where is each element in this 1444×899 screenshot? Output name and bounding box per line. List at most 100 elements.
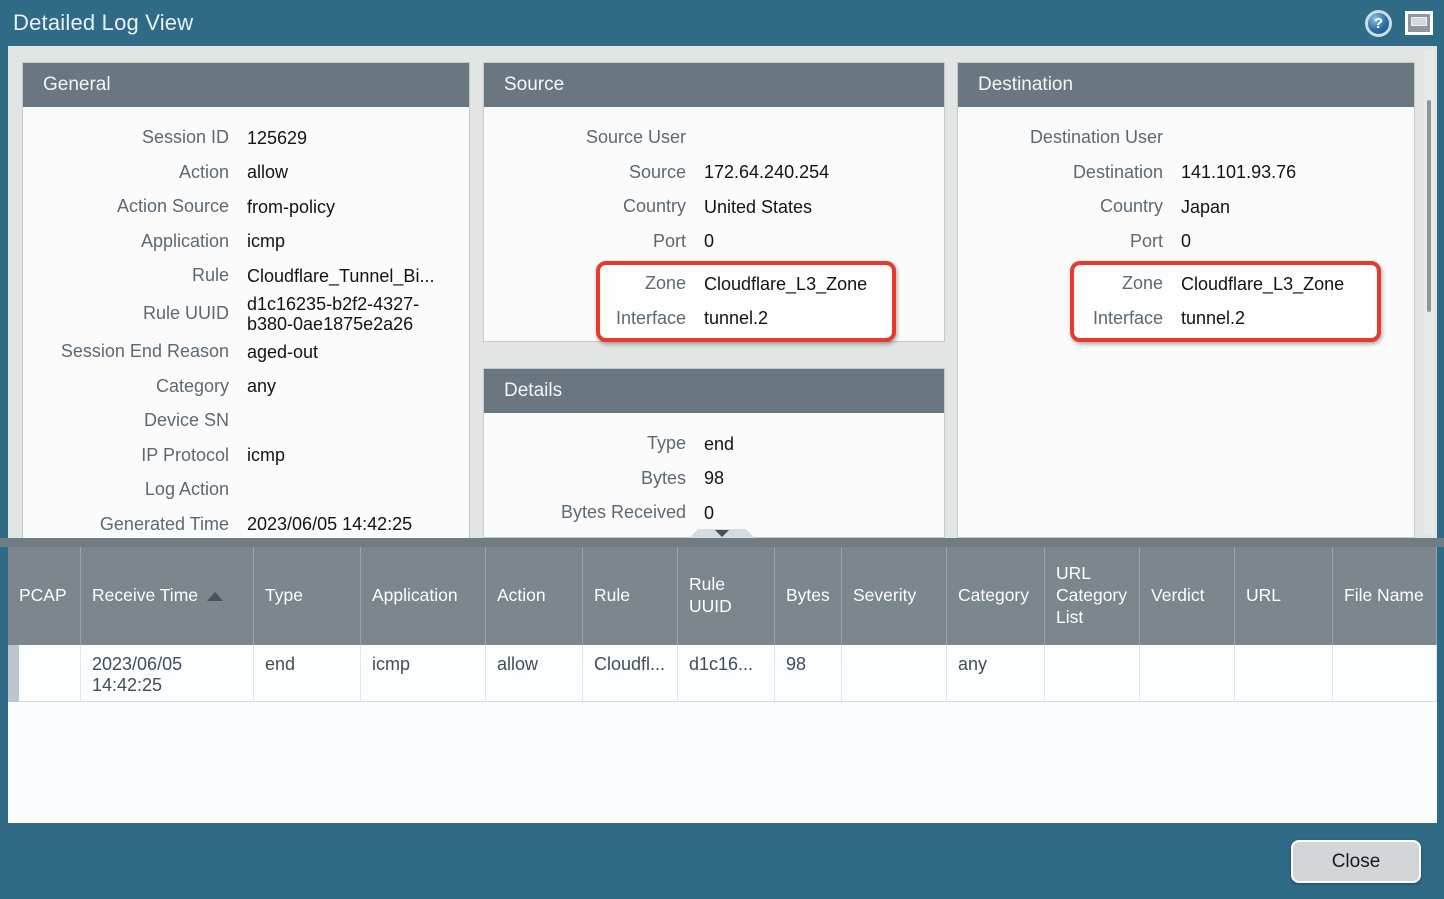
field-value: d1c16235-b2f2-4327-b380-0ae1875e2a26 xyxy=(229,294,453,335)
panel-source: Source Source User Source172.64.240.254 … xyxy=(483,62,945,342)
panel-splitter[interactable] xyxy=(0,538,1444,547)
panel-destination-body: Destination User Destination141.101.93.7… xyxy=(958,107,1414,342)
field-label: Action xyxy=(23,163,229,183)
field-value: 0 xyxy=(1163,231,1199,252)
field-value: 125629 xyxy=(229,128,315,149)
field-value: end xyxy=(686,434,742,455)
field-label: Source xyxy=(484,163,686,183)
field-value: 141.101.93.76 xyxy=(1163,162,1304,183)
column-header-application[interactable]: Application xyxy=(361,547,486,645)
panel-destination: Destination Destination User Destination… xyxy=(957,62,1415,538)
field-label: Type xyxy=(484,434,686,454)
column-header-action[interactable]: Action xyxy=(486,547,583,645)
field-ip-protocol: IP Protocolicmp xyxy=(23,438,469,473)
column-header-bytes[interactable]: Bytes xyxy=(775,547,842,645)
field-label: Bytes xyxy=(484,469,686,489)
column-header-pcap[interactable]: PCAP xyxy=(8,547,81,645)
field-value: from-policy xyxy=(229,197,343,218)
titlebar-icons: ? xyxy=(1365,10,1444,37)
source-zone-highlight-box: ZoneCloudflare_L3_Zone Interfacetunnel.2 xyxy=(596,261,896,342)
field-category: Categoryany xyxy=(23,369,469,404)
collapse-panel-button[interactable] xyxy=(689,529,755,538)
log-table-header: PCAP Receive Time Type Application Actio… xyxy=(8,547,1437,645)
field-zone: ZoneCloudflare_L3_Zone xyxy=(1074,267,1377,302)
field-interface: Interfacetunnel.2 xyxy=(600,302,892,337)
panel-details-header: Details xyxy=(484,369,944,413)
field-destination: Destination141.101.93.76 xyxy=(958,156,1414,191)
field-rule: RuleCloudflare_Tunnel_Bi... xyxy=(23,259,469,294)
field-label: Zone xyxy=(600,274,686,294)
field-log-action: Log Action xyxy=(23,473,469,508)
field-label: Country xyxy=(958,197,1163,217)
column-header-type[interactable]: Type xyxy=(254,547,361,645)
field-bytes: Bytes98 xyxy=(484,462,944,497)
field-port: Port0 xyxy=(484,225,944,260)
field-value: tunnel.2 xyxy=(686,308,776,329)
column-header-url-category-list[interactable]: URL Category List xyxy=(1045,547,1140,645)
field-value: Cloudflare_L3_Zone xyxy=(686,274,875,295)
column-header-receive-time[interactable]: Receive Time xyxy=(81,547,254,645)
field-label: Rule xyxy=(23,266,229,286)
field-label: Destination xyxy=(958,163,1163,183)
panel-general: General Session ID125629 Actionallow Act… xyxy=(22,62,470,538)
panel-general-body: Session ID125629 Actionallow Action Sour… xyxy=(23,107,469,538)
field-rule-uuid: Rule UUIDd1c16235-b2f2-4327-b380-0ae1875… xyxy=(23,294,469,335)
field-label: Session End Reason xyxy=(23,342,229,362)
field-label: Destination User xyxy=(958,128,1163,148)
column-header-label: Receive Time xyxy=(92,585,198,607)
field-value: Cloudflare_Tunnel_Bi... xyxy=(229,266,442,287)
field-label: Source User xyxy=(484,128,686,148)
field-country: CountryUnited States xyxy=(484,190,944,225)
field-value: United States xyxy=(686,197,820,218)
table-row[interactable]: 2023/06/05 14:42:25 end icmp allow Cloud… xyxy=(19,645,1437,702)
vertical-scrollbar[interactable] xyxy=(1424,50,1434,534)
field-label: Interface xyxy=(600,309,686,329)
column-header-file-name[interactable]: File Name xyxy=(1333,547,1437,645)
field-interface: Interfacetunnel.2 xyxy=(1074,302,1377,337)
field-device-sn: Device SN xyxy=(23,404,469,439)
detail-panels-region: General Session ID125629 Actionallow Act… xyxy=(8,46,1437,538)
field-value: Cloudflare_L3_Zone xyxy=(1163,274,1352,295)
close-button[interactable]: Close xyxy=(1291,840,1421,883)
field-label: Log Action xyxy=(23,480,229,500)
cell-category: any xyxy=(947,645,1045,701)
window-restore-icon[interactable] xyxy=(1405,11,1433,35)
dialog-titlebar: Detailed Log View ? xyxy=(0,0,1444,46)
field-value: 0 xyxy=(686,231,722,252)
field-value: tunnel.2 xyxy=(1163,308,1253,329)
column-header-url[interactable]: URL xyxy=(1235,547,1333,645)
column-header-rule-uuid[interactable]: Rule UUID xyxy=(678,547,775,645)
field-zone: ZoneCloudflare_L3_Zone xyxy=(600,267,892,302)
field-generated-time: Generated Time2023/06/05 14:42:25 xyxy=(23,507,469,538)
field-label: Generated Time xyxy=(23,515,229,535)
field-label: Category xyxy=(23,377,229,397)
field-label: Port xyxy=(958,232,1163,252)
help-icon[interactable]: ? xyxy=(1365,10,1392,37)
field-value: allow xyxy=(229,162,296,183)
column-header-verdict[interactable]: Verdict xyxy=(1140,547,1235,645)
field-value: icmp xyxy=(229,445,293,466)
field-value: 0 xyxy=(686,503,722,524)
scrollbar-thumb[interactable] xyxy=(1427,100,1431,312)
field-value: icmp xyxy=(229,231,293,252)
cell-file-name xyxy=(1333,645,1437,701)
cell-bytes: 98 xyxy=(775,645,842,701)
cell-verdict xyxy=(1140,645,1235,701)
field-label: Bytes Received xyxy=(484,503,686,523)
panel-destination-header: Destination xyxy=(958,63,1414,107)
log-table: PCAP Receive Time Type Application Actio… xyxy=(8,547,1437,823)
field-source-user: Source User xyxy=(484,121,944,156)
page-title: Detailed Log View xyxy=(0,10,193,36)
column-header-rule[interactable]: Rule xyxy=(583,547,678,645)
field-value: 98 xyxy=(686,468,732,489)
column-header-severity[interactable]: Severity xyxy=(842,547,947,645)
sort-ascending-icon xyxy=(207,592,223,601)
field-label: Zone xyxy=(1074,274,1163,294)
field-label: Device SN xyxy=(23,411,229,431)
cell-rule-uuid: d1c16... xyxy=(678,645,775,701)
column-header-category[interactable]: Category xyxy=(947,547,1045,645)
field-label: Action Source xyxy=(23,197,229,217)
panel-details: Details Typeend Bytes98 Bytes Received0 xyxy=(483,368,945,538)
field-label: Port xyxy=(484,232,686,252)
chevron-down-icon xyxy=(715,530,729,537)
